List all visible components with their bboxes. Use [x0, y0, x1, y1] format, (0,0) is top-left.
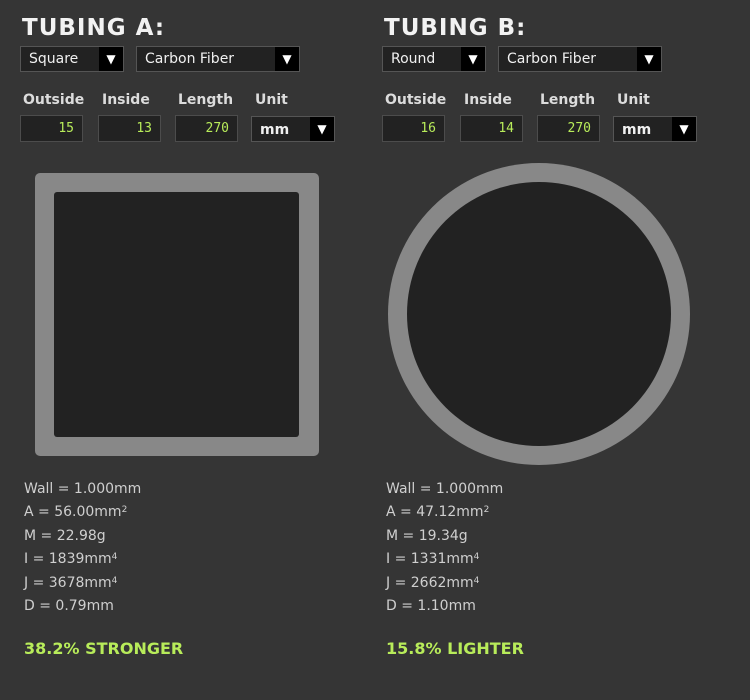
tubing-a-inside-input[interactable]: [98, 115, 161, 142]
mass-stat: M = 22.98g: [24, 527, 106, 544]
tubing-b-material-select[interactable]: Carbon Fiber ▼: [498, 46, 662, 72]
deflection-stat: D = 0.79mm: [24, 598, 114, 615]
tubing-a-unit-value: mm: [260, 122, 290, 138]
tubing-a-outside-input[interactable]: [20, 115, 83, 142]
deflection-stat: D = 1.10mm: [386, 598, 476, 615]
dropdown-arrow-icon[interactable]: ▼: [461, 47, 485, 71]
dropdown-arrow-icon[interactable]: ▼: [637, 47, 661, 71]
area-stat: A = 56.00mm2: [24, 504, 128, 521]
tubing-a-stats: Wall = 1.000mm A = 56.00mm2 M = 22.98g I…: [24, 478, 141, 618]
mass-stat: M = 19.34g: [386, 527, 468, 544]
tubing-a-cross-section: [0, 160, 362, 470]
round-tube-diagram: [388, 163, 690, 465]
tubing-b-unit-select[interactable]: mm ▼: [613, 116, 697, 142]
outside-label: Outside: [23, 92, 85, 108]
area-stat: A = 47.12mm2: [386, 504, 490, 521]
unit-label: Unit: [255, 92, 288, 108]
tubing-a-unit-select[interactable]: mm ▼: [251, 116, 335, 142]
tubing-b-material-value: Carbon Fiber: [507, 51, 597, 67]
tubing-a-material-value: Carbon Fiber: [145, 51, 235, 67]
tubing-b-cross-section: [362, 160, 724, 470]
inside-label: Inside: [102, 92, 150, 108]
dropdown-arrow-icon[interactable]: ▼: [275, 47, 299, 71]
tubing-a-shape-select[interactable]: Square ▼: [20, 46, 124, 72]
tubing-a-panel: TUBING A: Square ▼ Carbon Fiber ▼ Outsid…: [0, 0, 362, 700]
length-label: Length: [178, 92, 234, 108]
wall-stat: Wall = 1.000mm: [386, 481, 504, 497]
length-label: Length: [540, 92, 596, 108]
inside-label: Inside: [464, 92, 512, 108]
tubing-a-verdict: 38.2% STRONGER: [24, 639, 184, 658]
tubing-b-shape-value: Round: [391, 51, 436, 67]
polar-inertia-stat: J = 3678mm4: [24, 574, 118, 591]
square-tube-hollow: [54, 192, 299, 437]
inertia-stat: I = 1839mm4: [24, 551, 118, 568]
tubing-a-shape-value: Square: [29, 51, 79, 67]
tubing-b-unit-value: mm: [622, 122, 652, 138]
dropdown-arrow-icon[interactable]: ▼: [672, 117, 696, 141]
square-tube-diagram: [35, 173, 319, 456]
tubing-b-length-input[interactable]: [537, 115, 600, 142]
tubing-b-title: TUBING B:: [384, 15, 527, 41]
wall-stat: Wall = 1.000mm: [24, 481, 142, 497]
dropdown-arrow-icon[interactable]: ▼: [310, 117, 334, 141]
tubing-b-verdict: 15.8% LIGHTER: [386, 639, 524, 658]
outside-label: Outside: [385, 92, 447, 108]
tubing-b-shape-select[interactable]: Round ▼: [382, 46, 486, 72]
dropdown-arrow-icon[interactable]: ▼: [99, 47, 123, 71]
tubing-a-title: TUBING A:: [22, 15, 166, 41]
tubing-b-outside-input[interactable]: [382, 115, 445, 142]
tubing-b-inside-input[interactable]: [460, 115, 523, 142]
unit-label: Unit: [617, 92, 650, 108]
round-tube-hollow: [407, 182, 671, 446]
tubing-b-panel: TUBING B: Round ▼ Carbon Fiber ▼ Outside…: [362, 0, 724, 700]
tubing-b-stats: Wall = 1.000mm A = 47.12mm2 M = 19.34g I…: [386, 478, 503, 618]
inertia-stat: I = 1331mm4: [386, 551, 480, 568]
polar-inertia-stat: J = 2662mm4: [386, 574, 480, 591]
tubing-a-material-select[interactable]: Carbon Fiber ▼: [136, 46, 300, 72]
tubing-a-length-input[interactable]: [175, 115, 238, 142]
